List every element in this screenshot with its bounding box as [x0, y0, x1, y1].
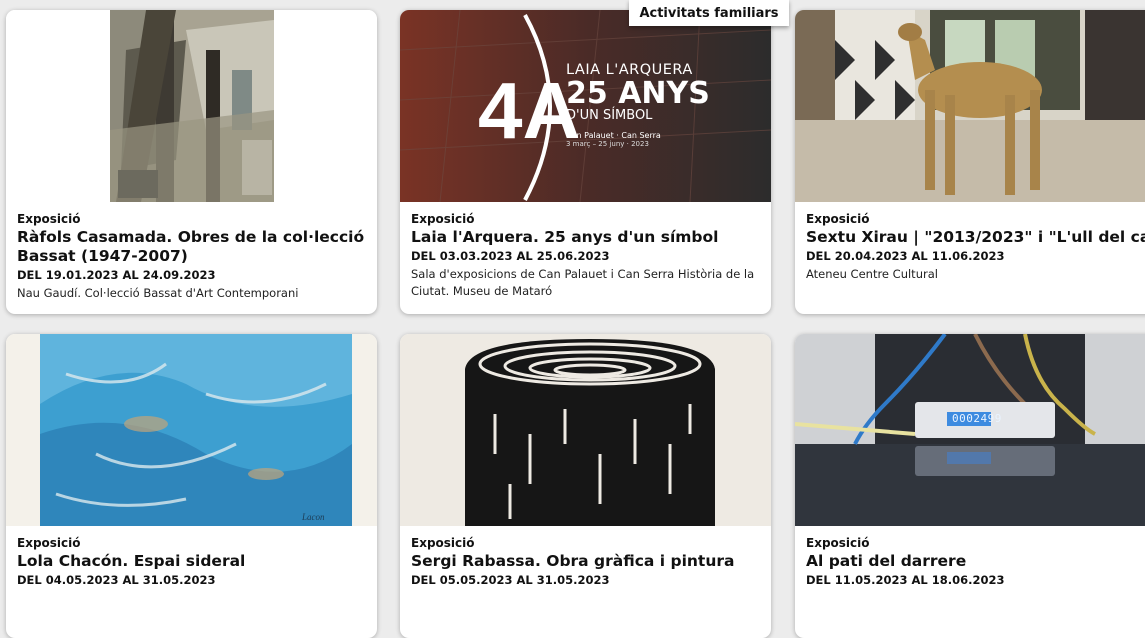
- event-category: Exposició: [411, 212, 475, 226]
- event-dates: DEL 19.01.2023 AL 24.09.2023: [17, 268, 216, 282]
- event-title[interactable]: Sergi Rabassa. Obra gràfica i pintura: [411, 552, 767, 571]
- poster-line-5: 3 març – 25 juny · 2023: [566, 140, 649, 148]
- event-dates: DEL 03.03.2023 AL 25.06.2023: [411, 249, 610, 263]
- event-image: [795, 334, 1145, 526]
- event-card-al-pati-del-darrere[interactable]: 0002499 Exposició Al pati del darrere DE…: [795, 334, 1145, 638]
- svg-text:4A: 4A: [478, 66, 580, 155]
- event-title[interactable]: Sextu Xirau | "2013/2023" i "L'ull del c…: [806, 228, 1145, 247]
- event-title[interactable]: Lola Chacón. Espai sideral: [17, 552, 373, 571]
- event-title[interactable]: Ràfols Casamada. Obres de la col·lecció …: [17, 228, 373, 266]
- poster-line-4: Can Palauet · Can Serra: [566, 131, 661, 140]
- event-image: [6, 10, 377, 202]
- svg-text:Lacon: Lacon: [301, 512, 325, 522]
- event-card-sergi-rabassa[interactable]: Exposició Sergi Rabassa. Obra gràfica i …: [400, 334, 771, 638]
- event-category: Exposició: [17, 536, 81, 550]
- meter-display: 0002499: [952, 412, 1002, 425]
- event-category: Exposició: [806, 536, 870, 550]
- event-category: Exposició: [411, 536, 475, 550]
- event-card-rafols-casamada[interactable]: Exposició Ràfols Casamada. Obres de la c…: [6, 10, 377, 314]
- event-venue: Ateneu Centre Cultural: [806, 267, 938, 281]
- event-dates: DEL 05.05.2023 AL 31.05.2023: [411, 573, 610, 587]
- event-dates: DEL 20.04.2023 AL 11.06.2023: [806, 249, 1005, 263]
- family-activities-tag[interactable]: Activitats familiars: [629, 0, 789, 26]
- event-dates: DEL 04.05.2023 AL 31.05.2023: [17, 573, 216, 587]
- event-category: Exposició: [806, 212, 870, 226]
- event-image: Lacon: [6, 334, 377, 526]
- event-title[interactable]: Al pati del darrere: [806, 552, 1145, 571]
- poster-line-2: 25 ANYS: [566, 76, 710, 111]
- event-card-lola-chacon[interactable]: Lacon Exposició Lola Chacón. Espai sider…: [6, 334, 377, 638]
- event-poster-text: LAIA L'ARQUERA 25 ANYS D'UN SÍMBOL Can P…: [566, 62, 710, 148]
- event-card-sextu-xirau[interactable]: Exposició Sextu Xirau | "2013/2023" i "L…: [795, 10, 1145, 314]
- event-card-laia-larquera[interactable]: 4A LAIA L'ARQUERA 25 ANYS D'UN SÍMBOL Ca…: [400, 10, 771, 314]
- event-venue: Sala d'exposicions de Can Palauet i Can …: [411, 267, 755, 298]
- event-title[interactable]: Laia l'Arquera. 25 anys d'un símbol: [411, 228, 767, 247]
- event-image: [400, 334, 771, 526]
- event-venue: Nau Gaudí. Col·lecció Bassat d'Art Conte…: [17, 286, 299, 300]
- event-image: [795, 10, 1145, 202]
- event-category: Exposició: [17, 212, 81, 226]
- event-dates: DEL 11.05.2023 AL 18.06.2023: [806, 573, 1005, 587]
